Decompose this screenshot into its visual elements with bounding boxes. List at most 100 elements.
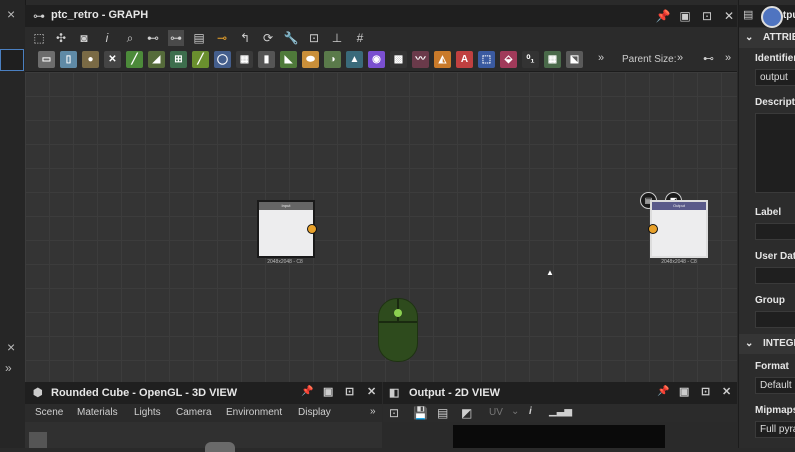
frame-node-icon[interactable]: ▤ — [191, 30, 207, 46]
parent-size-label[interactable]: Parent Size: — [622, 54, 676, 65]
pin-icon[interactable]: 📌 — [655, 8, 671, 24]
menu-environment[interactable]: Environment — [226, 407, 282, 418]
maximize-icon[interactable]: ⊡ — [345, 385, 354, 398]
label-field[interactable] — [755, 223, 795, 240]
format-select[interactable]: Default — [755, 377, 795, 394]
menu-camera[interactable]: Camera — [176, 407, 212, 418]
grayscale-icon[interactable]: ◑ — [324, 51, 341, 68]
refresh-icon[interactable]: ⟳ — [260, 30, 276, 46]
center-icon[interactable]: ✣ — [53, 30, 69, 46]
noise-icon[interactable]: ▩ — [390, 51, 407, 68]
menu-display[interactable]: Display — [298, 407, 331, 418]
blend-icon[interactable]: ✕ — [104, 51, 121, 68]
tiles-icon[interactable]: ▦ — [544, 51, 561, 68]
link-icon[interactable]: ⊷ — [145, 30, 161, 46]
camera-icon[interactable]: ◙ — [76, 30, 92, 46]
3d-view-menu: Scene Materials Lights Camera Environmen… — [25, 404, 382, 422]
curve-icon[interactable]: ↰ — [237, 30, 253, 46]
graph-canvas[interactable]: Input 2048x2048 - C8 ▤ ◩ Output 2048x204… — [25, 72, 737, 382]
normal-icon[interactable]: ◣ — [280, 51, 297, 68]
attributes-section[interactable]: ⌄ ATTRIBUTES — [739, 28, 795, 48]
description-field[interactable] — [755, 113, 795, 193]
restore-icon[interactable]: ▣ — [679, 385, 689, 398]
menu-materials[interactable]: Materials — [77, 407, 118, 418]
maximize-icon[interactable]: ⊡ — [699, 8, 715, 24]
align-icon[interactable]: ⊥ — [329, 30, 345, 46]
emboss-icon[interactable]: ▲ — [346, 51, 363, 68]
identifier-field[interactable]: output — [755, 69, 795, 86]
menu-more-button[interactable]: » — [370, 406, 376, 417]
group-field[interactable] — [755, 311, 795, 328]
format-label: Format — [755, 361, 789, 372]
shape-icon[interactable]: ⬚ — [478, 51, 495, 68]
frame-icon[interactable]: ⬚ — [31, 30, 47, 46]
properties-title-bar: ▤ Output — [739, 5, 795, 28]
info-icon[interactable]: i — [99, 30, 115, 46]
tile-icon[interactable]: ▦ — [236, 51, 253, 68]
directional-icon[interactable]: ⬕ — [566, 51, 583, 68]
3d-view-title: Rounded Cube - OpenGL - 3D VIEW — [51, 387, 238, 399]
chevron-down-icon[interactable]: ⌄ — [511, 406, 519, 417]
uv-display-icon[interactable]: ◩ — [461, 406, 472, 420]
user-data-field[interactable] — [755, 267, 795, 284]
restore-icon[interactable]: ▣ — [323, 385, 333, 398]
parent-size-more-button[interactable]: » — [677, 52, 683, 64]
copy-icon[interactable]: ▤ — [437, 406, 448, 420]
wrench-icon[interactable]: 🔧 — [283, 30, 299, 46]
search-icon[interactable]: ⌕ — [122, 30, 138, 46]
close-icon[interactable]: ✕ — [367, 385, 376, 398]
bitmap-atom-icon[interactable]: ▭ — [38, 51, 55, 68]
menu-lights[interactable]: Lights — [134, 407, 161, 418]
input-port[interactable] — [648, 224, 658, 234]
fx-map-icon[interactable]: ▮ — [258, 51, 275, 68]
hsl-icon[interactable]: ◉ — [368, 51, 385, 68]
close-icon[interactable]: × — [7, 339, 15, 355]
menu-scene[interactable]: Scene — [35, 407, 63, 418]
restore-icon[interactable]: ▣ — [677, 8, 693, 24]
output-port[interactable] — [307, 224, 317, 234]
pixel-processor-icon[interactable]: 〰 — [412, 51, 429, 68]
levels-icon[interactable]: ◢ — [148, 51, 165, 68]
gradient-map-icon[interactable]: ⬬ — [302, 51, 319, 68]
uv-dropdown[interactable]: UV — [489, 407, 503, 418]
graph-layout-icon[interactable]: ⊶ — [168, 30, 184, 46]
value-icon[interactable]: ⁰₁ — [522, 51, 539, 68]
toolbar-more-button-2[interactable]: » — [725, 52, 731, 64]
text-icon[interactable]: A — [456, 51, 473, 68]
expand-icon[interactable]: » — [5, 361, 12, 375]
left-input-field[interactable] — [0, 49, 24, 71]
close-icon[interactable]: × — [7, 6, 15, 22]
maximize-icon[interactable]: ⊡ — [701, 385, 710, 398]
uniform-color-icon[interactable]: ● — [82, 51, 99, 68]
mipmaps-select[interactable]: Full pyramid — [755, 421, 795, 438]
link-mode-icon[interactable]: ⊷ — [703, 52, 714, 65]
3d-viewport[interactable] — [25, 422, 382, 452]
histogram-icon[interactable]: ▁▃▅ — [549, 406, 572, 417]
gradient-icon[interactable]: ╱ — [192, 51, 209, 68]
fill-icon[interactable]: ⬙ — [500, 51, 517, 68]
close-icon[interactable]: ✕ — [722, 385, 731, 398]
curve-atom-icon[interactable]: ╱ — [126, 51, 143, 68]
close-icon[interactable]: ✕ — [721, 8, 737, 24]
2d-viewport[interactable] — [383, 422, 737, 448]
info-icon[interactable]: i — [529, 406, 532, 417]
export-icon[interactable]: ⊡ — [306, 30, 322, 46]
pin-icon[interactable]: 📌 — [301, 386, 313, 397]
description-label: Description — [755, 97, 795, 108]
toolbar-more-button[interactable]: » — [598, 52, 604, 64]
transform-icon[interactable]: ⊞ — [170, 51, 187, 68]
properties-panel: ▤ Output ⌄ ATTRIBUTES Identifier output … — [738, 0, 795, 448]
warp-icon[interactable]: ◯ — [214, 51, 231, 68]
export-image-icon[interactable]: ⊡ — [389, 406, 399, 420]
distance-icon[interactable]: ◭ — [434, 51, 451, 68]
output-node[interactable]: Output — [650, 200, 708, 258]
grid-icon[interactable]: # — [352, 30, 368, 46]
integer-section[interactable]: ⌄ INTEGER — [739, 334, 795, 354]
group-label: Group — [755, 295, 785, 306]
pin-icon[interactable]: 📌 — [657, 386, 669, 397]
overlay-badge-icon — [761, 6, 783, 28]
connector-icon[interactable]: ⊸ — [214, 30, 230, 46]
svg-atom-icon[interactable]: ▯ — [60, 51, 77, 68]
viewport-toolbar-icon[interactable] — [29, 432, 47, 448]
save-icon[interactable]: 💾 — [413, 406, 428, 420]
